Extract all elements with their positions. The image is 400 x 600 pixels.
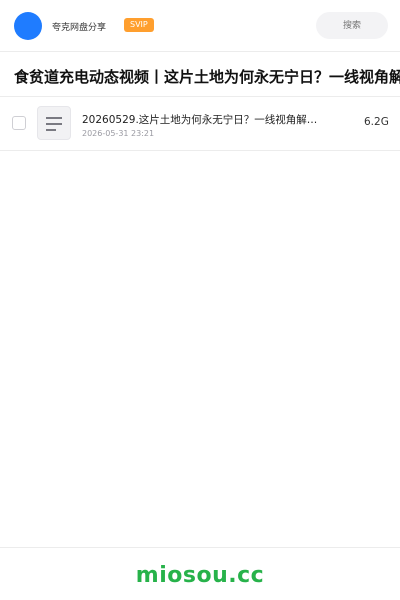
file-row[interactable]: 20260529.这片土地为何永无宁日？一线视角解读以巴冲突 2026-05-3… [0, 97, 400, 151]
share-page: 夸克网盘分享 SVIP 食贫道充电动态视频丨这片土地为何永无宁日？一线视角解 2… [0, 0, 400, 600]
file-size: 6.2G [364, 116, 389, 128]
footer: miosou.cc [0, 547, 400, 600]
search-input[interactable] [316, 12, 388, 39]
header: 夸克网盘分享 SVIP [0, 0, 400, 52]
file-checkbox[interactable] [12, 116, 26, 130]
document-icon [37, 106, 71, 140]
file-date: 2026-05-31 23:21 [82, 129, 155, 138]
avatar[interactable] [14, 12, 42, 40]
brand-logo-text[interactable]: miosou.cc [0, 563, 400, 588]
username: 夸克网盘分享 [52, 23, 107, 33]
file-name[interactable]: 20260529.这片土地为何永无宁日？一线视角解读以巴冲突 [82, 112, 327, 127]
title-bar: 食贫道充电动态视频丨这片土地为何永无宁日？一线视角解 [0, 53, 400, 97]
page-title: 食贫道充电动态视频丨这片土地为何永无宁日？一线视角解 [14, 68, 400, 86]
svip-badge: SVIP [124, 18, 154, 32]
